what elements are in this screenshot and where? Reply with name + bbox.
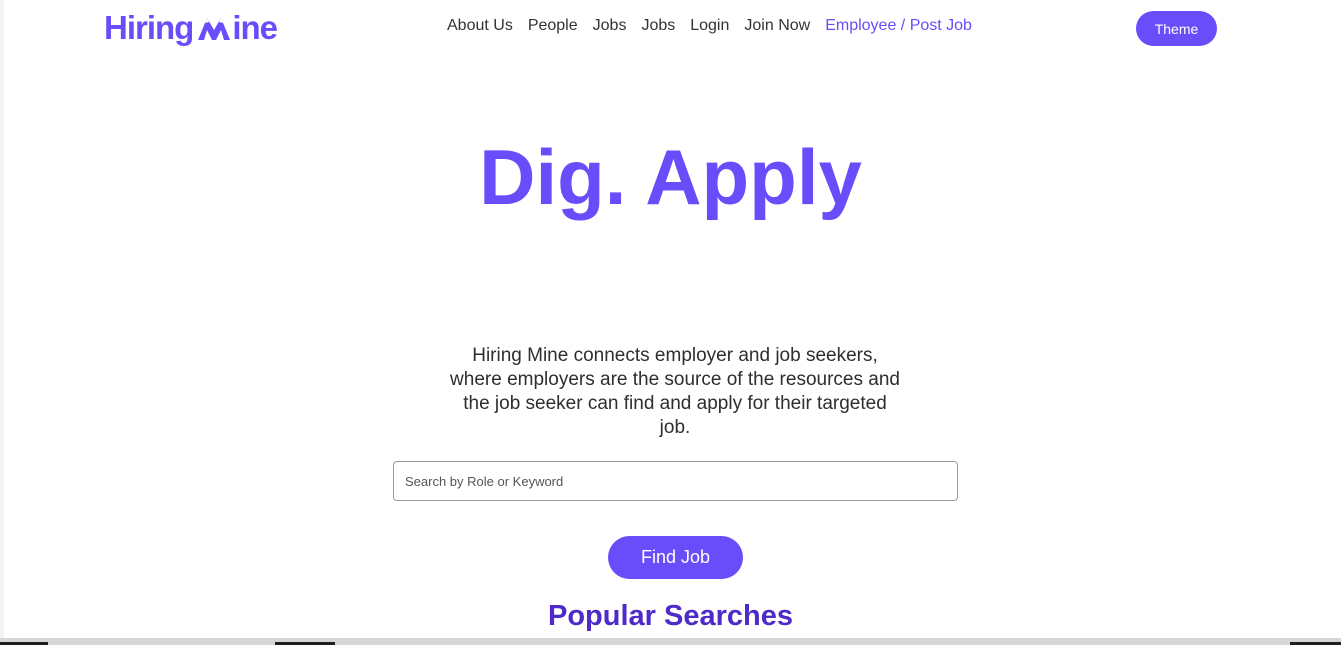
mountain-m-icon (198, 18, 231, 40)
bottom-scrollbar[interactable] (0, 638, 1341, 645)
nav-about-us[interactable]: About Us (447, 17, 513, 35)
brand-logo[interactable]: Hiring ine (104, 8, 278, 48)
hero-title: Dig. Apply (479, 133, 862, 221)
search-input[interactable] (393, 461, 958, 501)
nav-login[interactable]: Login (690, 17, 729, 35)
find-job-button[interactable]: Find Job (608, 536, 743, 579)
nav-jobs-2[interactable]: Jobs (641, 17, 675, 35)
window-edge (0, 0, 4, 645)
main-nav: About Us People Jobs Jobs Login Join Now… (447, 17, 972, 35)
logo-text-left: Hiring (104, 9, 194, 46)
theme-button[interactable]: Theme (1136, 11, 1217, 46)
nav-join-now[interactable]: Join Now (744, 17, 810, 35)
logo-text-right: ine (232, 9, 278, 46)
page: Hiring ine About Us People Jobs Jobs Log… (0, 0, 1341, 645)
hero-tagline: Hiring Mine connects employer and job se… (450, 345, 900, 438)
nav-employee-post-job[interactable]: Employee / Post Job (825, 17, 972, 35)
popular-searches-heading: Popular Searches (548, 600, 793, 632)
nav-jobs[interactable]: Jobs (593, 17, 627, 35)
nav-people[interactable]: People (528, 17, 578, 35)
